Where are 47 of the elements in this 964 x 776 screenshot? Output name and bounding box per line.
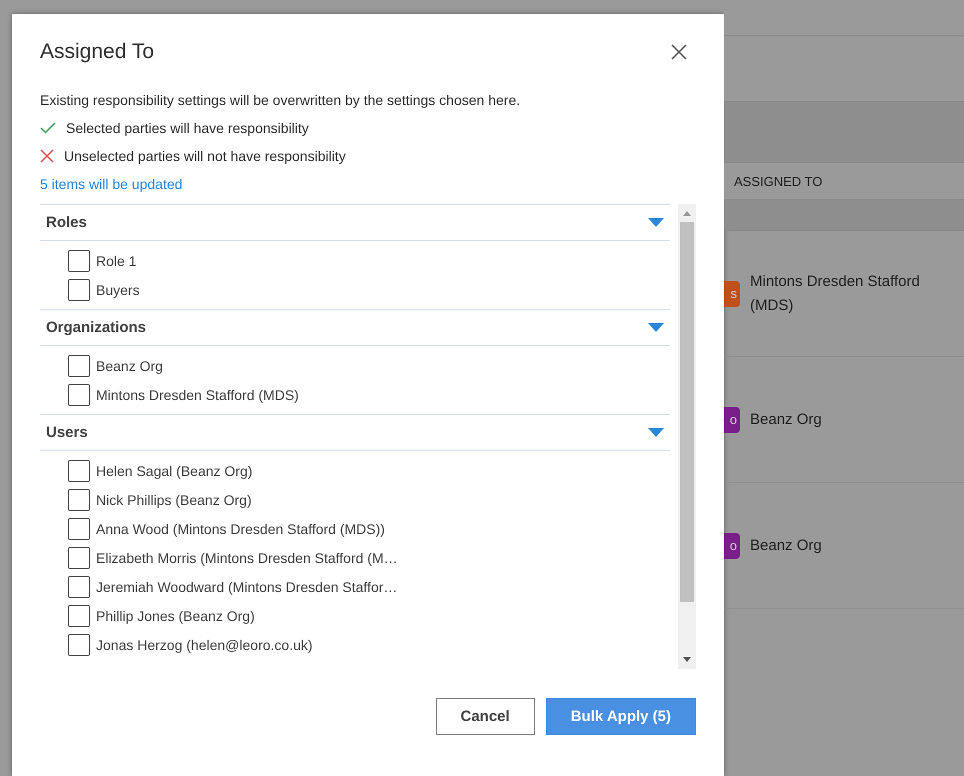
option-label: Phillip Jones (Beanz Org) — [96, 608, 255, 624]
checkbox[interactable] — [68, 604, 90, 626]
option-label: Buyers — [96, 282, 140, 298]
cross-icon — [40, 149, 54, 163]
section-header[interactable]: Roles — [40, 204, 670, 241]
caret-icon — [648, 323, 664, 332]
checkbox[interactable] — [68, 634, 90, 656]
avatar-badge: o — [724, 406, 740, 432]
caret-icon — [648, 428, 664, 437]
avatar-badge: o — [724, 532, 740, 558]
option-label: Anna Wood (Mintons Dresden Stafford (MDS)) — [96, 520, 385, 536]
intro-text: Existing responsibility settings will be overwritten by the settings chosen here. — [40, 92, 522, 108]
avatar-badge: s — [724, 280, 740, 306]
checkbox[interactable] — [68, 576, 90, 598]
note-text: Selected parties will have responsibility — [66, 120, 309, 136]
assignee-text: Beanz Org — [750, 536, 823, 556]
checkbox[interactable] — [68, 250, 90, 272]
note-text: Unselected parties will not have responsibility — [64, 148, 346, 164]
section-header[interactable]: Users — [40, 414, 670, 451]
option-label: Helen Sagal (Beanz Org) — [96, 462, 252, 478]
check-icon — [40, 122, 56, 134]
option-label: Role 1 — [96, 252, 136, 268]
checkbox[interactable] — [68, 384, 90, 406]
option-label: Beanz Org — [96, 358, 163, 374]
assignee-text: Mintons Dresden Stafford (MDS) — [750, 272, 921, 316]
option-label: Nick Phillips (Beanz Org) — [96, 492, 252, 508]
checkbox[interactable] — [68, 488, 90, 510]
assignee-text: Beanz Org — [750, 410, 823, 430]
checkbox[interactable] — [68, 354, 90, 376]
checkbox[interactable] — [68, 518, 90, 540]
caret-icon — [648, 218, 664, 227]
dialog-title: Assigned To — [40, 40, 154, 64]
option-label: Mintons Dresden Stafford (MDS) — [96, 386, 299, 402]
checkbox[interactable] — [68, 460, 90, 482]
close-icon — [671, 44, 687, 60]
scrollbar[interactable] — [678, 204, 696, 669]
option-label: Elizabeth Morris (Mintons Dresden Stafford (M… — [96, 550, 398, 566]
checkbox[interactable] — [68, 278, 90, 300]
scroll-up-icon — [683, 211, 691, 216]
scroll-thumb[interactable] — [680, 222, 694, 602]
checkbox[interactable] — [68, 546, 90, 568]
option-label: Jeremiah Woodward (Mintons Dresden Staffor… — [96, 578, 398, 594]
option-label: Jonas Herzog (helen@leoro.co.uk) — [96, 636, 313, 652]
section-header[interactable]: Organizations — [40, 309, 670, 346]
items-count-link[interactable]: 5 items will be updated — [40, 176, 182, 192]
scroll-down-icon — [683, 657, 691, 662]
cancel-button[interactable]: Cancel — [436, 698, 535, 735]
